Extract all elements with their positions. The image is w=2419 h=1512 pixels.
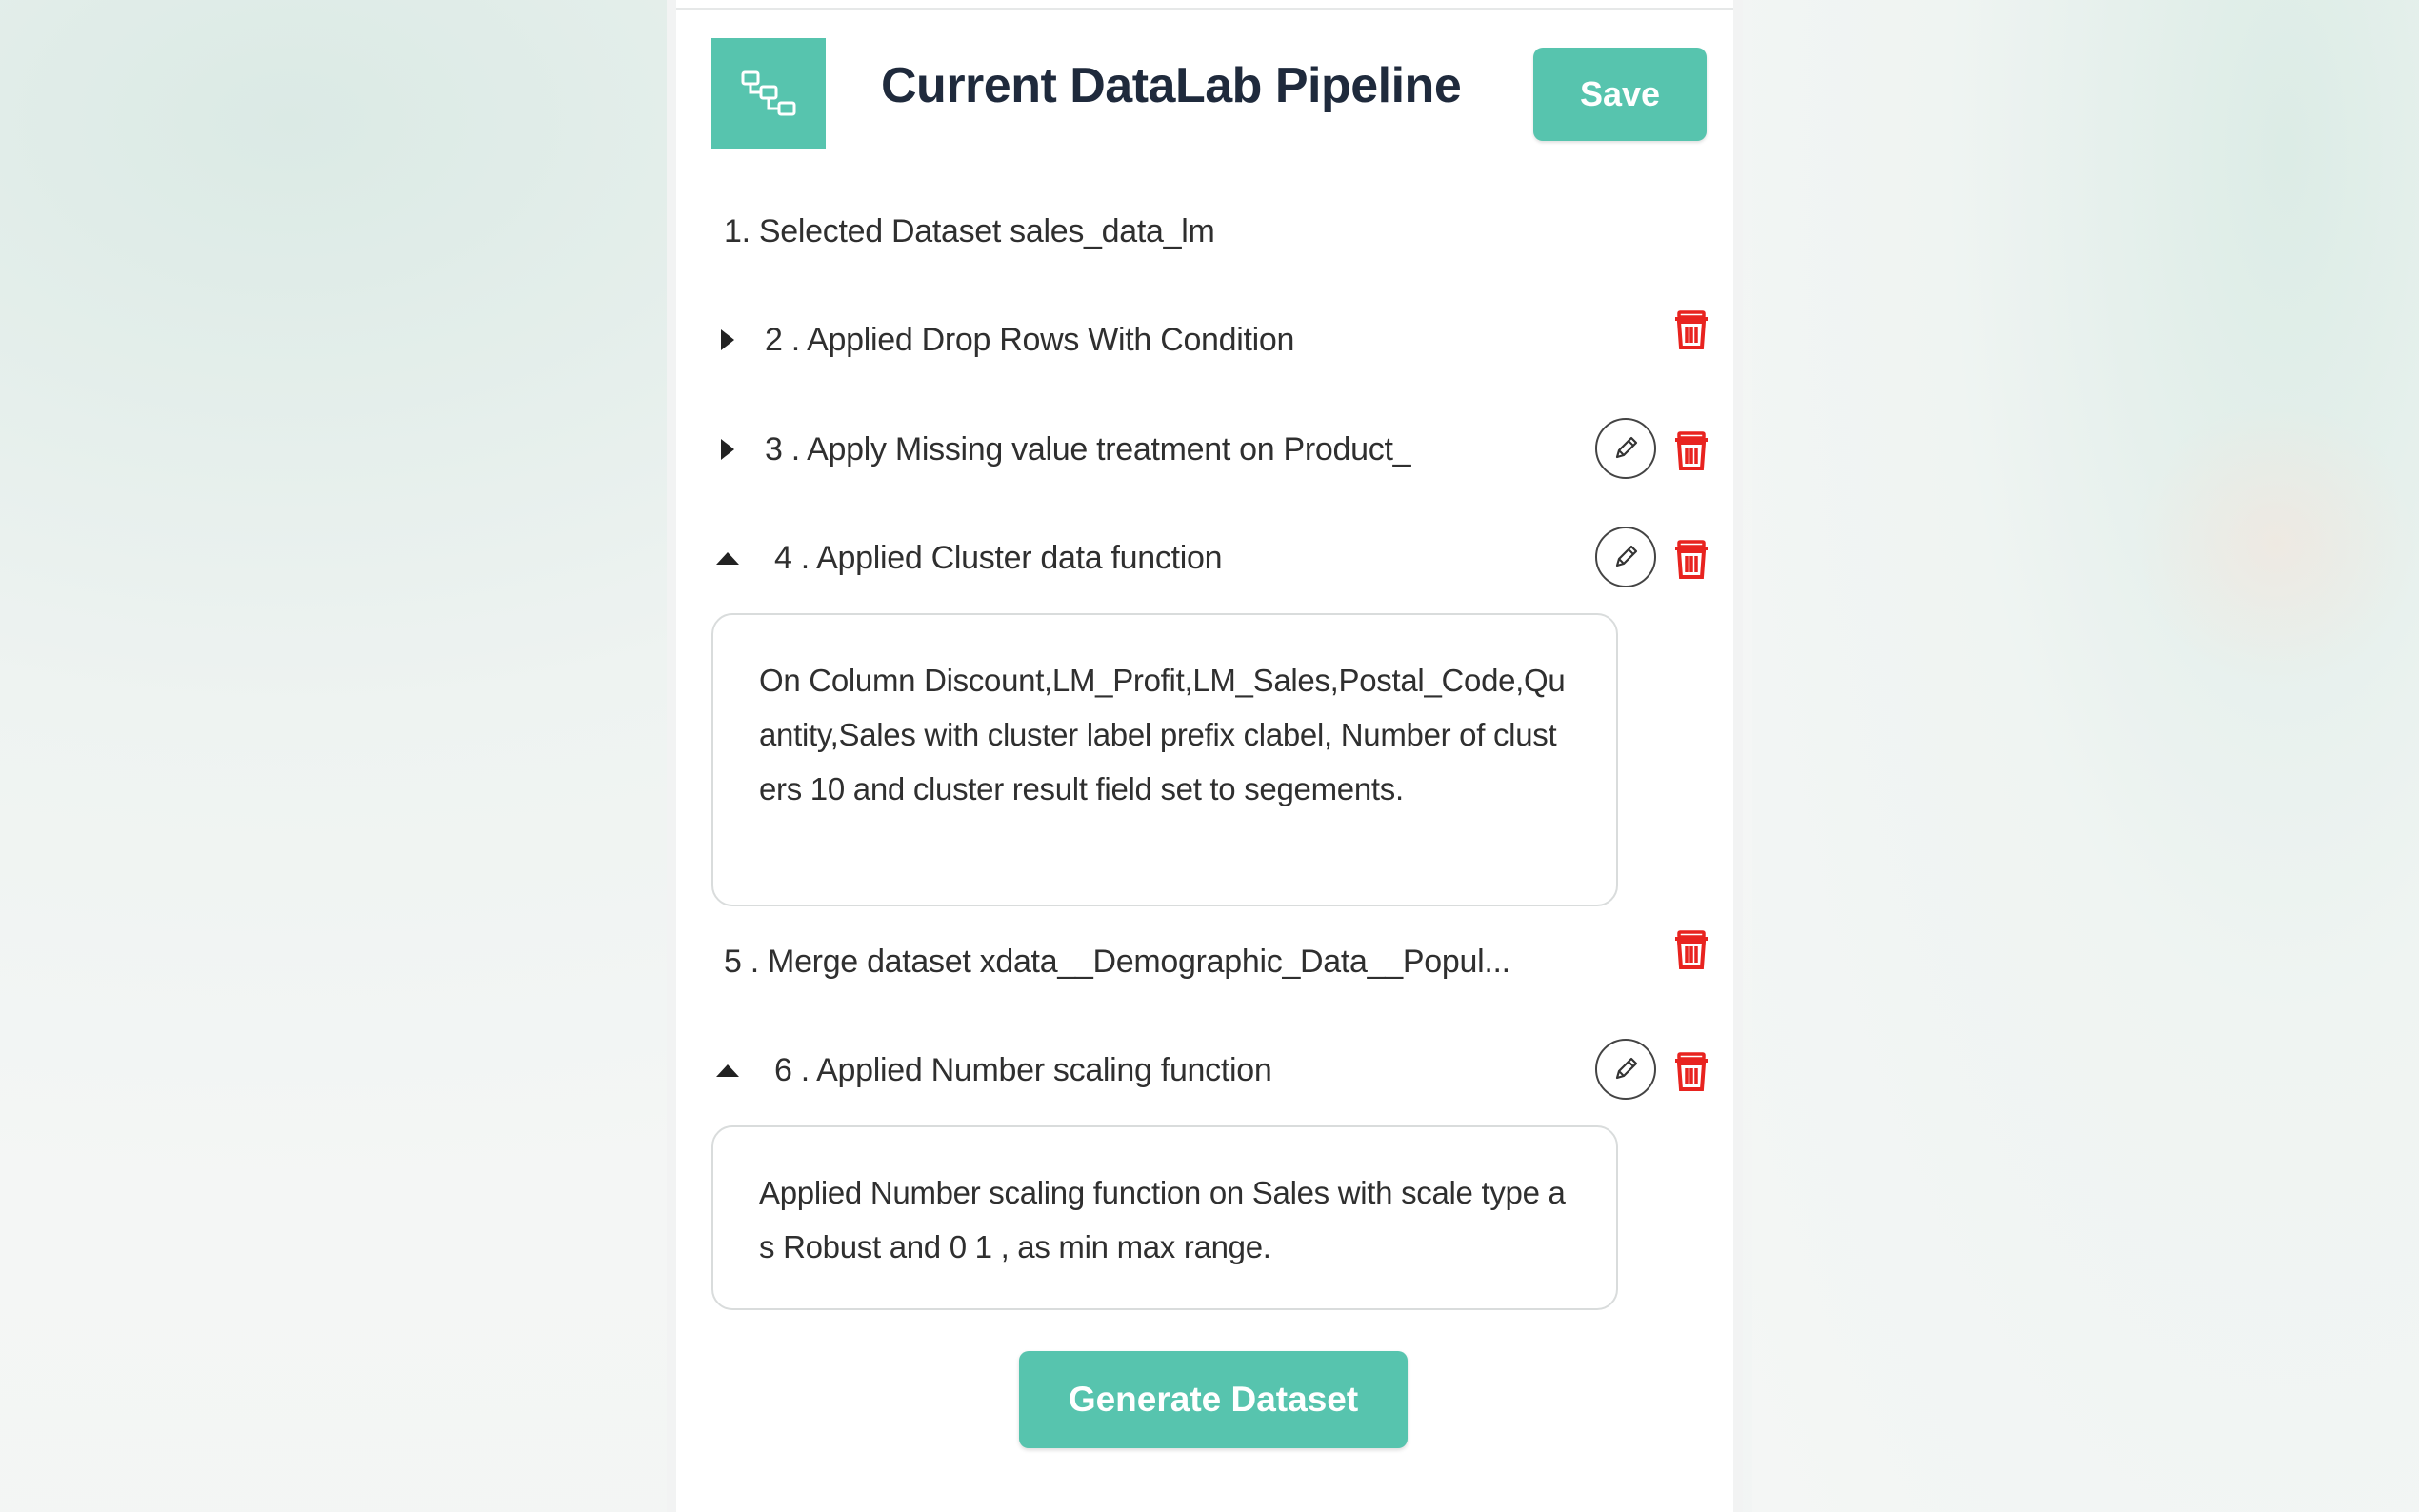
step-detail-text: Applied Number scaling function on Sales… xyxy=(759,1175,1566,1264)
caret-up-icon[interactable] xyxy=(710,1053,745,1087)
step-label[interactable]: 6 . Applied Number scaling function xyxy=(774,1037,1272,1104)
trash-icon[interactable] xyxy=(1671,1050,1711,1092)
step-label[interactable]: 3 . Apply Missing value treatment on Pro… xyxy=(765,416,1411,483)
trash-icon[interactable] xyxy=(1671,928,1711,970)
background-right xyxy=(1752,0,2419,1512)
pencil-icon xyxy=(1615,545,1638,567)
edit-step-button[interactable] xyxy=(1595,527,1656,587)
step-label[interactable]: 5 . Merge dataset xdata__Demographic_Dat… xyxy=(724,928,1510,995)
pipeline-step-1: 1. Selected Dataset sales_data_lm xyxy=(676,198,1733,265)
generate-dataset-button[interactable]: Generate Dataset xyxy=(1019,1351,1408,1448)
top-divider xyxy=(676,8,1733,10)
step-6-detail-box: Applied Number scaling function on Sales… xyxy=(711,1125,1618,1310)
edit-step-button[interactable] xyxy=(1595,418,1656,479)
caret-right-icon[interactable] xyxy=(710,432,745,467)
pipeline-step-6: 6 . Applied Number scaling function xyxy=(676,1037,1733,1104)
caret-up-icon[interactable] xyxy=(710,541,745,575)
step-label[interactable]: 2 . Applied Drop Rows With Condition xyxy=(765,307,1294,373)
pencil-icon xyxy=(1615,436,1638,459)
caret-right-icon[interactable] xyxy=(710,323,745,357)
pipeline-step-2: 2 . Applied Drop Rows With Condition xyxy=(676,307,1733,373)
save-button[interactable]: Save xyxy=(1533,48,1707,141)
pipeline-step-4: 4 . Applied Cluster data function xyxy=(676,525,1733,591)
edit-step-button[interactable] xyxy=(1595,1039,1656,1100)
pencil-icon xyxy=(1615,1057,1638,1080)
trash-icon[interactable] xyxy=(1671,429,1711,471)
pipeline-step-3: 3 . Apply Missing value treatment on Pro… xyxy=(676,416,1733,483)
page-title: Current DataLab Pipeline xyxy=(881,58,1462,113)
trash-icon[interactable] xyxy=(1671,308,1711,350)
step-label[interactable]: 4 . Applied Cluster data function xyxy=(774,525,1222,591)
pipeline-flow-icon xyxy=(711,38,826,149)
step-4-detail-box: On Column Discount,LM_Profit,LM_Sales,Po… xyxy=(711,613,1618,906)
step-detail-text: On Column Discount,LM_Profit,LM_Sales,Po… xyxy=(759,663,1566,806)
trash-icon[interactable] xyxy=(1671,538,1711,580)
step-label: 1. Selected Dataset sales_data_lm xyxy=(724,213,1215,249)
pipeline-step-5: 5 . Merge dataset xdata__Demographic_Dat… xyxy=(676,928,1733,995)
pipeline-panel: Current DataLab Pipeline Save 1. Selecte… xyxy=(667,0,1743,1512)
